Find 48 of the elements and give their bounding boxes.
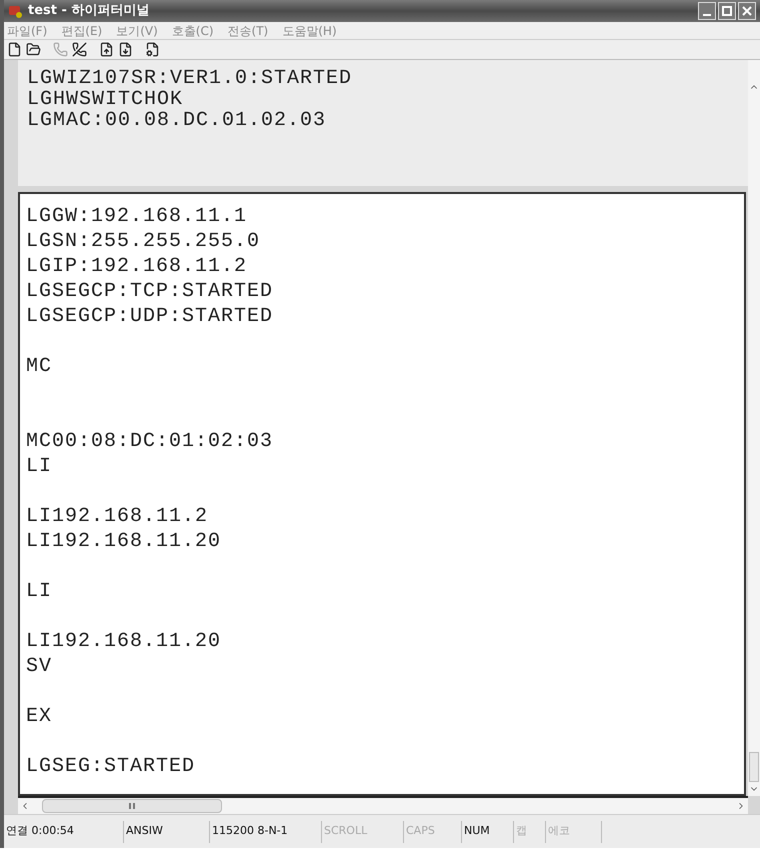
terminal-line: LGGW:192.168.11.1 xyxy=(26,204,248,229)
status-panel: ANSIW xyxy=(124,820,210,842)
status-panel: 에코 xyxy=(546,820,602,842)
file-gear-icon[interactable] xyxy=(145,42,160,57)
terminal-line: LI192.168.11.20 xyxy=(26,629,222,654)
file-down-icon[interactable] xyxy=(118,42,133,57)
menu-item[interactable]: 전송(T) xyxy=(228,22,268,40)
menu-item[interactable]: 보기(V) xyxy=(116,22,158,40)
scroll-thumb[interactable] xyxy=(42,799,222,813)
scrollback-line: LGMAC:00.08.DC.01.02.03 xyxy=(27,110,326,131)
vertical-scrollbar[interactable] xyxy=(748,60,760,796)
scroll-thumb[interactable] xyxy=(749,752,759,782)
new-document-icon[interactable] xyxy=(7,42,22,57)
close-button[interactable] xyxy=(738,2,756,20)
status-panel: CAPS xyxy=(404,820,462,842)
terminal-line: MC00:08:DC:01:02:03 xyxy=(26,429,274,454)
terminal-line: LI192.168.11.2 xyxy=(26,504,208,529)
file-up-icon[interactable] xyxy=(99,42,114,57)
terminal-line: LGSEG:STARTED xyxy=(26,754,196,779)
terminal-line: SV xyxy=(26,654,52,679)
terminal-line: LGSN:255.255.255.0 xyxy=(26,229,260,254)
status-panel: NUM xyxy=(462,820,514,842)
menu-item[interactable]: 편집(E) xyxy=(61,22,102,40)
folder-icon[interactable] xyxy=(26,42,41,57)
status-panel: 115200 8-N-1 xyxy=(210,820,322,842)
status-panel: 연결 0:00:54 xyxy=(4,820,124,842)
terminal-line: EX xyxy=(26,704,52,729)
scrollback-line: LGWIZ107SR:VER1.0:STARTED xyxy=(27,68,352,89)
status-panel: 캡 xyxy=(514,820,546,842)
maximize-button[interactable] xyxy=(718,2,736,20)
terminal-line: LGSEGCP:UDP:STARTED xyxy=(26,304,274,329)
menu-item[interactable]: 파일(F) xyxy=(7,22,48,40)
terminal-line: LI192.168.11.20 xyxy=(26,529,222,554)
horizontal-scrollbar[interactable] xyxy=(18,796,748,814)
menu-item[interactable]: 호출(C) xyxy=(172,22,214,40)
terminal-line: LI xyxy=(26,454,52,479)
terminal-line: LI xyxy=(26,579,52,604)
terminal-line: LGSEGCP:TCP:STARTED xyxy=(26,279,274,304)
close-icon xyxy=(742,6,752,16)
phone-off-icon[interactable] xyxy=(72,42,87,57)
status-panel: SCROLL xyxy=(322,820,404,842)
terminal-line: MC xyxy=(26,354,52,379)
terminal-line: LGIP:192.168.11.2 xyxy=(26,254,248,279)
menu-item[interactable]: 도움말(H) xyxy=(282,22,337,40)
minimize-button[interactable] xyxy=(698,2,716,20)
window-title: test - 하이퍼터미널 xyxy=(28,2,150,20)
app-icon xyxy=(8,3,24,19)
scrollback-line: LGHWSWITCHOK xyxy=(27,89,184,110)
